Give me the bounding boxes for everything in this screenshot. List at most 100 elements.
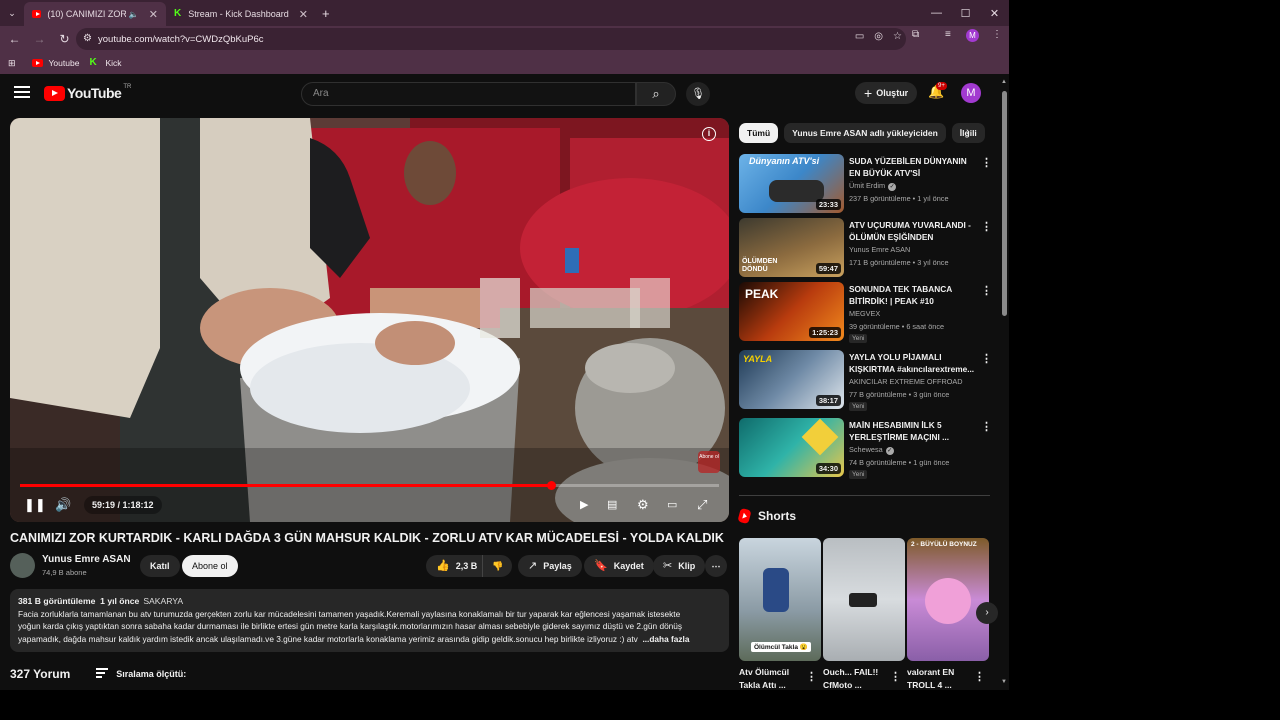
bookmark-kick[interactable]: K Kick (89, 58, 121, 69)
chip-all[interactable]: Tümü (739, 123, 779, 143)
autoplay-toggle[interactable]: ▶ (580, 498, 588, 511)
more-options-icon[interactable]: ⋮ (981, 284, 992, 297)
hamburger-menu-icon[interactable] (14, 86, 30, 100)
account-avatar[interactable]: M (961, 83, 981, 103)
profile-avatar[interactable]: M (966, 29, 979, 42)
comment-count: 327 Yorum (10, 667, 71, 681)
fullscreen-button[interactable]: ⤢ (697, 497, 707, 513)
apps-grid-icon[interactable]: ⊞ (8, 58, 16, 69)
more-options-icon[interactable]: ⋮ (981, 352, 992, 365)
shorts-next-button[interactable]: › (976, 602, 998, 624)
tab-kick[interactable]: K Stream - Kick Dashboard ✕ (166, 2, 316, 26)
video-thumbnail[interactable]: Dünyanın ATV'si 23:33 (739, 154, 844, 213)
pause-button[interactable]: ❚❚ (24, 497, 46, 513)
site-info-icon[interactable]: ⚙ (83, 33, 92, 44)
sort-button[interactable]: Sıralama ölçütü: (96, 668, 186, 680)
more-options-icon[interactable]: ⋮ (981, 420, 992, 433)
scroll-up-icon[interactable]: ▲ (1001, 79, 1007, 85)
channel-name[interactable]: Yunus Emre ASAN (42, 554, 131, 565)
recommendation-item[interactable]: Dünyanın ATV'si 23:33 SUDA YÜZEBİLEN DÜN… (739, 154, 992, 214)
close-window-icon[interactable]: ✕ (980, 7, 1009, 20)
new-tab-icon[interactable]: + (322, 6, 330, 21)
recommendation-item[interactable]: ÖLÜMDEN DÖNDÜ 59:47 ATV UÇURUMA YUVARLAN… (739, 218, 992, 278)
video-player[interactable]: i Abone ol ❚❚ 🔊 59:19 / 1:18:12 ▶ ▤ ⚙ ▭ … (10, 118, 729, 522)
short-thumbnail[interactable]: 2 - BÜYÜLÜ BOYNUZ (907, 538, 989, 661)
page-scrollbar[interactable]: ▲ ▼ (1000, 76, 1009, 690)
browser-window: ⌄ (10) CANIMIZI ZOR KURTAR 🔈 ✕ K Stream … (0, 0, 1009, 690)
window-controls: — ☐ ✕ (922, 0, 1009, 26)
address-bar[interactable]: ⚙ youtube.com/watch?v=CWDzQbKuP6c ▭ ◎ ☆ (76, 28, 906, 50)
media-icon[interactable]: ≡ (945, 29, 951, 40)
more-options-icon[interactable]: ⋮ (981, 220, 992, 233)
chevron-right-icon: › (985, 607, 989, 618)
channel-avatar[interactable] (10, 553, 35, 578)
short-overlay-text: 2 - BÜYÜLÜ BOYNUZ (911, 541, 977, 548)
search-button[interactable]: ⌕ (636, 82, 676, 106)
time-display: 59:19 / 1:18:12 (84, 496, 162, 514)
recommendation-item[interactable]: PEAK 1:25:23 SONUNDA TEK TABANCA BİTİRDİ… (739, 282, 992, 343)
share-button[interactable]: ↗ Paylaş (518, 555, 582, 577)
join-button[interactable]: Katıl (140, 555, 180, 577)
back-icon[interactable]: ← (2, 32, 27, 46)
show-more-link[interactable]: ...daha fazla (642, 634, 689, 644)
maximize-icon[interactable]: ☐ (951, 7, 980, 20)
short-thumbnail[interactable]: Ölümcül Takla 😮 (739, 538, 821, 661)
minimize-icon[interactable]: — (922, 7, 951, 19)
volume-button[interactable]: 🔊 (55, 497, 71, 513)
tab-search-icon[interactable]: ⌄ (0, 8, 24, 19)
chip-from-uploader[interactable]: Yunus Emre ASAN adlı yükleyiciden (784, 123, 946, 143)
reload-icon[interactable]: ↻ (52, 32, 77, 46)
browser-menu-icon[interactable]: ⋮ (992, 29, 1002, 40)
forward-icon[interactable]: → (27, 32, 52, 46)
video-thumbnail[interactable]: PEAK 1:25:23 (739, 282, 844, 341)
search-input[interactable]: Ara (301, 82, 636, 106)
progress-bar[interactable] (20, 481, 719, 490)
eye-off-icon[interactable]: ◎ (874, 31, 883, 42)
recommendation-item[interactable]: 34:30 MAİN HESABIMIN İLK 5 YERLEŞTİRME M… (739, 418, 992, 479)
like-button[interactable]: 👍 2,3 B (426, 555, 486, 577)
channel-name: MEGVEX (849, 309, 881, 318)
clip-button[interactable]: ✂ Klip (653, 555, 706, 577)
subscribe-watermark[interactable]: Abone ol (698, 451, 720, 473)
short-thumbnail[interactable] (823, 538, 905, 661)
cast-icon[interactable]: ▭ (855, 31, 864, 42)
youtube-logo[interactable]: YouTube TR (44, 84, 131, 101)
short-title: valorant EN TROLL 4 ... (907, 667, 955, 690)
video-title: ATV UÇURUMA YUVARLANDI - ÖLÜMÜN EŞİĞİNDE… (849, 220, 971, 242)
info-icon[interactable]: i (702, 127, 716, 141)
settings-button[interactable]: ⚙ (637, 497, 649, 513)
close-tab-icon[interactable]: ✕ (299, 8, 308, 21)
video-thumbnail[interactable]: YAYLA 38:17 (739, 350, 844, 409)
more-options-icon[interactable]: ⋮ (974, 670, 985, 683)
more-options-icon[interactable]: ⋮ (806, 670, 817, 683)
dislike-button[interactable]: 👎 (482, 555, 513, 577)
more-actions-button[interactable]: ⋯ (705, 555, 727, 577)
close-tab-icon[interactable]: ✕ (149, 8, 158, 21)
more-options-icon[interactable]: ⋮ (890, 670, 901, 683)
video-thumbnail[interactable]: 34:30 (739, 418, 844, 477)
notifications-button[interactable]: 🔔 9+ (928, 82, 947, 100)
extensions-icon[interactable]: ⧉ (912, 29, 919, 40)
create-button[interactable]: + Oluştur (855, 82, 918, 104)
more-options-icon[interactable]: ⋮ (981, 156, 992, 169)
save-button[interactable]: 🔖 Kaydet (584, 555, 654, 577)
theater-mode-button[interactable]: ▭ (667, 498, 677, 511)
filter-chips: Tümü Yunus Emre ASAN adlı yükleyiciden İ… (739, 123, 989, 144)
bookmark-youtube[interactable]: Youtube (31, 58, 79, 68)
recommendation-item[interactable]: YAYLA 38:17 YAYLA YOLU PİJAMALI KIŞKIRTM… (739, 350, 992, 411)
voice-search-button[interactable]: 🎙 (686, 82, 710, 106)
video-thumbnail[interactable]: ÖLÜMDEN DÖNDÜ 59:47 (739, 218, 844, 277)
description-meta: 381 B görüntüleme 1 yıl önce SAKARYA (18, 596, 184, 606)
tab-youtube[interactable]: (10) CANIMIZI ZOR KURTAR 🔈 ✕ (24, 2, 166, 26)
subtitles-button[interactable]: ▤ (607, 498, 617, 511)
scrollbar-thumb[interactable] (1002, 91, 1007, 316)
subscribe-button[interactable]: Abone ol (182, 555, 238, 577)
chevron-right-icon[interactable]: › (966, 126, 970, 138)
youtube-favicon (32, 10, 42, 18)
scissors-icon: ✂ (663, 560, 673, 572)
bookmark-star-icon[interactable]: ☆ (893, 31, 902, 42)
audio-icon[interactable]: 🔈 (129, 10, 139, 19)
description-box[interactable]: 381 B görüntüleme 1 yıl önce SAKARYA Faci… (10, 589, 729, 652)
address-bar-icons: ▭ ◎ ☆ (855, 31, 902, 42)
scroll-down-icon[interactable]: ▼ (1001, 679, 1007, 685)
